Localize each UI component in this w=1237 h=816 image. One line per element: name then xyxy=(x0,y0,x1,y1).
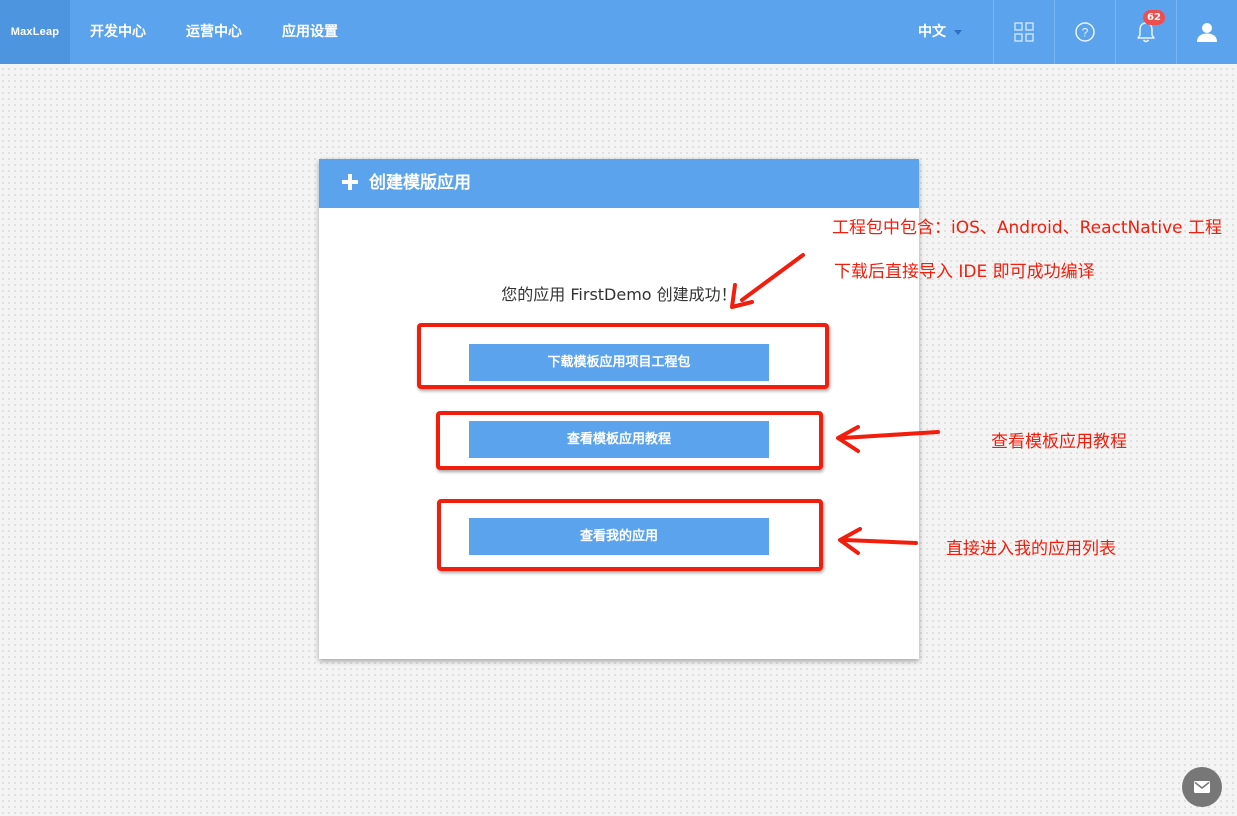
mail-icon xyxy=(1194,781,1210,793)
arrow-to-tutorial xyxy=(836,425,940,453)
arrow-to-success-message xyxy=(730,253,805,309)
arrow-to-my-apps xyxy=(838,527,918,555)
message-fab[interactable] xyxy=(1182,767,1222,807)
annotation-my-apps: 直接进入我的应用列表 xyxy=(946,539,1116,559)
annotation-arrows xyxy=(730,253,940,555)
annotation-tutorial: 查看模板应用教程 xyxy=(991,432,1127,452)
annotation-package-contents: 工程包中包含：iOS、Android、ReactNative 工程 xyxy=(832,218,1223,238)
annotation-import-ide: 下载后直接导入 IDE 即可成功编译 xyxy=(834,262,1095,282)
